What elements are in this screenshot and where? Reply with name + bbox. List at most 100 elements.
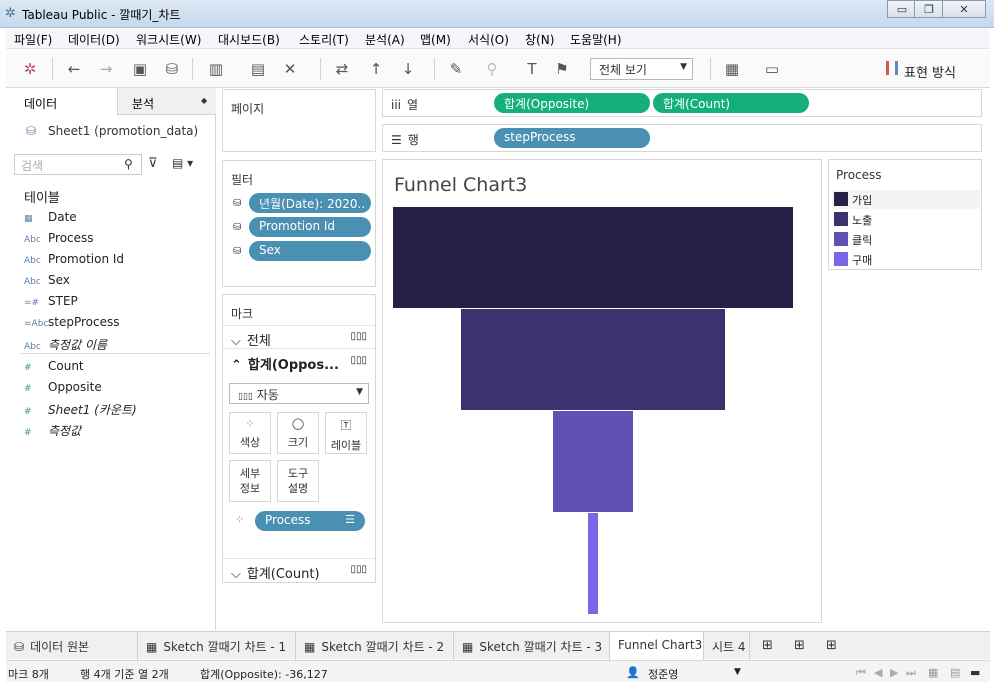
color-legend[interactable]: Process 가입 노출 클릭 구매 xyxy=(828,159,982,270)
menu-dashboard[interactable]: 대시보드(B) xyxy=(218,31,280,48)
column-pill-count[interactable]: 합계(Count) xyxy=(653,93,809,113)
presentation-icon[interactable]: ▭ xyxy=(762,59,782,79)
label-button[interactable]: 🅃 레이블 xyxy=(325,412,367,454)
field-stepprocess[interactable]: =AbcstepProcess xyxy=(24,315,119,329)
menu-map[interactable]: 맵(M) xyxy=(420,31,451,48)
tab-datasource[interactable]: ⛁ 데이터 원본 xyxy=(6,632,138,660)
menu-format[interactable]: 서식(O) xyxy=(468,31,509,48)
menu-window[interactable]: 창(N) xyxy=(525,31,554,48)
menu-story[interactable]: 스토리(T) xyxy=(299,31,349,48)
maximize-button[interactable]: ❐ xyxy=(914,0,944,18)
marks-count-row[interactable]: ⌵ 합계(Count) ▯▯▯ xyxy=(223,558,375,582)
field-process[interactable]: Abc Process xyxy=(24,231,94,245)
menu-data[interactable]: 데이터(D) xyxy=(68,31,120,48)
tab-sketch-2[interactable]: ▦ Sketch 깔때기 차트 - 2 xyxy=(296,632,454,660)
field-step[interactable]: =# STEP xyxy=(24,294,78,308)
sort-descending-icon[interactable]: ↓ xyxy=(398,59,418,79)
show-cards-icon[interactable]: ▦ xyxy=(722,59,742,79)
filter-pill-date[interactable]: 년월(Date): 2020.. xyxy=(249,193,371,213)
worksheet-view[interactable]: Funnel Chart3 xyxy=(382,159,822,623)
pin-icon[interactable]: ⚑ xyxy=(552,59,572,79)
funnel-bar-4[interactable] xyxy=(588,513,598,614)
legend-item[interactable]: 가입 xyxy=(832,190,980,209)
funnel-bar-3[interactable] xyxy=(553,411,633,512)
column-pill-opposite[interactable]: 합계(Opposite) xyxy=(494,93,650,113)
field-date[interactable]: ▦ Date xyxy=(24,210,77,224)
field-promotion-id[interactable]: Abc Promotion Id xyxy=(24,252,124,266)
funnel-bar-2[interactable] xyxy=(461,309,725,410)
marks-card[interactable]: 마크 ⌵ 전체 ▯▯▯ ⌃ 합계(Oppos... ▯▯▯ ▯▯▯ 자동 ▼ ⁘ 색… xyxy=(222,294,376,583)
new-worksheet-icon[interactable]: ▥ xyxy=(206,59,226,79)
grid-view-icon[interactable]: ▦ xyxy=(928,666,938,679)
label-icon[interactable]: T xyxy=(522,59,542,79)
menu-file[interactable]: 파일(F) xyxy=(14,31,52,48)
field-measure-values[interactable]: # 측정값 xyxy=(24,422,81,439)
mark-type-select[interactable]: ▯▯▯ 자동 ▼ xyxy=(229,383,369,404)
filter-pill-promotion-id[interactable]: Promotion Id xyxy=(249,217,371,237)
tab-sketch-3[interactable]: ▦ Sketch 깔때기 차트 - 3 xyxy=(454,632,610,660)
size-button[interactable]: ◯ 크기 xyxy=(277,412,319,454)
menu-help[interactable]: 도움말(H) xyxy=(570,31,622,48)
status-rows-cols: 행 4개 기준 열 2개 xyxy=(80,668,169,681)
marks-opposite-row[interactable]: ⌃ 합계(Oppos... ▯▯▯ xyxy=(223,350,375,374)
menu-worksheet[interactable]: 워크시트(W) xyxy=(136,31,201,48)
filter-pill-sex[interactable]: Sex xyxy=(249,241,371,261)
columns-shelf[interactable]: iii 열 합계(Opposite) 합계(Count) xyxy=(382,89,982,117)
menu-analysis[interactable]: 분석(A) xyxy=(365,31,405,48)
undo-icon[interactable]: ← xyxy=(64,59,84,79)
legend-item[interactable]: 노출 xyxy=(832,210,980,229)
new-datasource-icon[interactable]: ⛁ xyxy=(162,59,182,79)
nav-next-icon[interactable]: ▶ xyxy=(890,666,898,679)
tab-view-icon[interactable]: ▬ xyxy=(970,666,980,679)
detail-button[interactable]: 세부 정보 xyxy=(229,460,271,502)
field-count[interactable]: # Count xyxy=(24,359,84,373)
swap-icon[interactable]: ⇄ xyxy=(332,59,352,79)
datasource-name[interactable]: Sheet1 (promotion_data) xyxy=(48,124,198,138)
filters-card[interactable]: 필터 ⛁ 년월(Date): 2020.. ⛁ Promotion Id ⛁ S… xyxy=(222,160,376,287)
nav-prev-icon[interactable]: ◀ xyxy=(874,666,882,679)
search-input[interactable]: 검색 xyxy=(14,154,142,175)
filmstrip-view-icon[interactable]: ▤ xyxy=(950,666,960,679)
legend-item[interactable]: 클릭 xyxy=(832,230,980,249)
user-name[interactable]: 정준영 xyxy=(648,666,678,682)
new-story-icon[interactable]: ⊞ xyxy=(826,638,837,653)
duplicate-sheet-icon[interactable]: ▤ xyxy=(248,59,268,79)
process-pill[interactable]: Process ☰ xyxy=(255,511,365,531)
save-icon[interactable]: ▣ xyxy=(130,59,150,79)
filter-icon[interactable]: ⊽ xyxy=(148,156,158,171)
marks-all-row[interactable]: ⌵ 전체 ▯▯▯ xyxy=(223,325,375,349)
tooltip-button[interactable]: 도구 설명 xyxy=(277,460,319,502)
nav-first-icon[interactable]: ⏮ xyxy=(856,666,866,680)
field-opposite[interactable]: # Opposite xyxy=(24,380,102,394)
sort-ascending-icon[interactable]: ↑ xyxy=(366,59,386,79)
new-worksheet-icon[interactable]: ⊞ xyxy=(762,638,773,653)
chevron-icon[interactable]: ◆ xyxy=(201,96,207,105)
search-icon[interactable]: ⚲ xyxy=(124,157,133,171)
new-dashboard-icon[interactable]: ⊞ xyxy=(794,638,805,653)
tab-sketch-1[interactable]: ▦ Sketch 깔때기 차트 - 1 xyxy=(138,632,296,660)
tab-funnel-chart3[interactable]: Funnel Chart3 xyxy=(610,632,704,660)
redo-icon[interactable]: → xyxy=(96,59,116,79)
field-measure-names[interactable]: Abc 측정값 이름 xyxy=(24,336,107,353)
view-options-icon[interactable]: ▤ ▾ xyxy=(172,156,193,170)
fit-dropdown[interactable]: 전체 보기 ▼ xyxy=(590,58,693,80)
field-sheet-count[interactable]: # Sheet1 (카운트) xyxy=(24,401,137,418)
legend-item[interactable]: 구매 xyxy=(832,250,980,269)
nav-last-icon[interactable]: ⏭ xyxy=(906,666,916,680)
tableau-home-icon[interactable]: ✲ xyxy=(20,59,40,79)
tab-data[interactable]: 데이터 xyxy=(6,88,118,115)
show-me-button[interactable]: 표현 방식 xyxy=(904,62,956,81)
tab-sheet-4[interactable]: 시트 4 xyxy=(704,632,750,660)
field-sex[interactable]: Abc Sex xyxy=(24,273,70,287)
funnel-bar-1[interactable] xyxy=(393,207,793,308)
color-button[interactable]: ⁘ 색상 xyxy=(229,412,271,454)
highlight-icon[interactable]: ✎ xyxy=(446,59,466,79)
close-button[interactable]: ✕ xyxy=(942,0,986,18)
pages-card[interactable]: 페이지 xyxy=(222,89,376,152)
chevron-down-icon[interactable]: ▼ xyxy=(734,667,741,677)
minimize-button[interactable]: ▭ xyxy=(887,0,917,18)
group-icon[interactable]: ⚲ xyxy=(482,59,502,79)
rows-shelf[interactable]: ☰ 행 stepProcess xyxy=(382,124,982,152)
row-pill-stepprocess[interactable]: stepProcess xyxy=(494,128,650,148)
clear-sheet-icon[interactable]: ✕ xyxy=(280,59,300,79)
